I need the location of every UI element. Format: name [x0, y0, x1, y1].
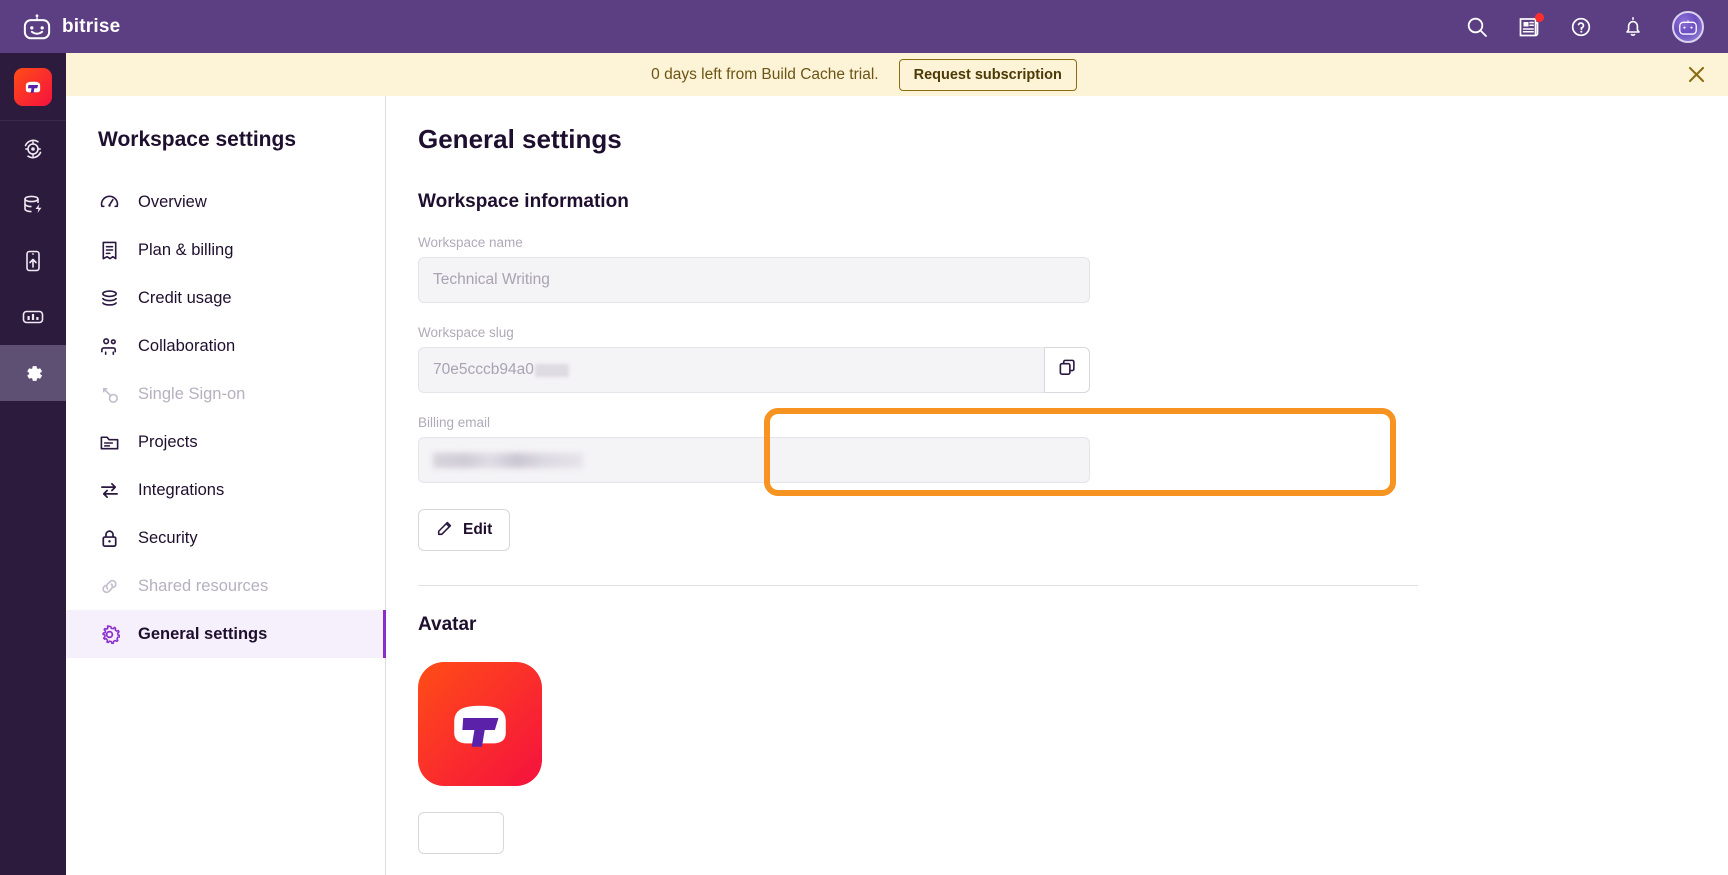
- release-management-icon: [21, 249, 45, 273]
- page-title: General settings: [418, 124, 622, 154]
- sidebar-item-label: Shared resources: [138, 576, 269, 595]
- sidebar-item-label: Plan & billing: [138, 240, 234, 259]
- workspace-slug-field: Workspace slug 70e5cccb94a0: [418, 325, 1090, 393]
- search-icon[interactable]: [1464, 14, 1490, 40]
- workspace-name-input[interactable]: Technical Writing: [418, 257, 1090, 303]
- left-icon-rail: [0, 53, 66, 875]
- sidebar-item-label: Single Sign-on: [138, 384, 246, 403]
- link-icon: [98, 575, 120, 597]
- top-navigation-bar: bitrise: [0, 0, 1728, 53]
- sidebar-item-label: Overview: [138, 192, 207, 211]
- copy-icon: [1058, 358, 1077, 382]
- sidebar-nav-list: Overview Plan & billing Credit usage Col…: [66, 178, 386, 658]
- rail-item-ci[interactable]: [0, 121, 66, 177]
- rail-item-settings[interactable]: [0, 345, 66, 401]
- rail-item-build-cache[interactable]: [0, 177, 66, 233]
- bitrise-robot-icon: [22, 13, 52, 40]
- billing-email-field: Billing email: [418, 415, 1090, 483]
- avatar-upload-button[interactable]: [418, 812, 504, 854]
- sidebar-item-overview[interactable]: Overview: [66, 178, 385, 226]
- workspace-settings-sidebar: Workspace settings Overview Plan & billi…: [66, 96, 386, 875]
- workspace-avatar-switcher[interactable]: [0, 53, 66, 121]
- insights-icon: [21, 305, 45, 329]
- workspace-slug-label: Workspace slug: [418, 325, 514, 340]
- sidebar-item-label: Collaboration: [138, 336, 236, 355]
- gear-icon: [98, 623, 120, 645]
- ci-icon: [21, 137, 45, 161]
- trial-banner-content: 0 days left from Build Cache trial. Requ…: [651, 58, 1077, 91]
- section-divider: [418, 585, 1418, 586]
- sidebar-item-label: General settings: [138, 624, 268, 643]
- billing-email-label: Billing email: [418, 415, 491, 430]
- redacted-slug-suffix: [534, 363, 569, 377]
- rail-item-insights[interactable]: [0, 289, 66, 345]
- coins-icon: [98, 287, 120, 309]
- request-subscription-button[interactable]: Request subscription: [898, 58, 1077, 91]
- sidebar-title: Workspace settings: [98, 128, 297, 151]
- edit-button-label: Edit: [463, 521, 493, 538]
- sidebar-item-general-settings[interactable]: General settings: [66, 610, 386, 658]
- bell-icon[interactable]: [1620, 14, 1646, 40]
- sidebar-item-collaboration[interactable]: Collaboration: [66, 322, 385, 370]
- settings-gear-icon: [22, 362, 45, 385]
- redacted-billing-email: [433, 452, 583, 468]
- sidebar-item-label: Security: [138, 528, 198, 547]
- top-actions: [1464, 10, 1704, 43]
- workspace-information-heading: Workspace information: [418, 191, 629, 212]
- sidebar-item-security[interactable]: Security: [66, 514, 385, 562]
- build-cache-icon: [21, 193, 45, 217]
- workspace-avatar-t: [14, 67, 52, 106]
- sidebar-item-integrations[interactable]: Integrations: [66, 466, 385, 514]
- workspace-slug-input[interactable]: 70e5cccb94a0: [418, 347, 1044, 393]
- rail-item-release-management[interactable]: [0, 233, 66, 289]
- sidebar-item-shared-resources: Shared resources: [66, 562, 385, 610]
- sidebar-item-single-sign-on: Single Sign-on: [66, 370, 385, 418]
- receipt-icon: [98, 239, 120, 261]
- workspace-name-field: Workspace name Technical Writing: [418, 235, 1090, 303]
- workspace-name-label: Workspace name: [418, 235, 523, 250]
- app-root: bitrise 0 days left from Build Cache tri…: [0, 0, 1728, 875]
- workspace-slug-row: 70e5cccb94a0: [418, 347, 1090, 393]
- folder-icon: [98, 431, 120, 453]
- sidebar-item-label: Credit usage: [138, 288, 232, 307]
- edit-button[interactable]: Edit: [418, 509, 511, 551]
- brand-home-link[interactable]: bitrise: [22, 13, 121, 40]
- sidebar-item-label: Projects: [138, 432, 198, 451]
- whats-new-icon[interactable]: [1516, 12, 1544, 40]
- gauge-icon: [98, 191, 120, 213]
- copy-slug-button[interactable]: [1044, 347, 1090, 393]
- workspace-slug-value: 70e5cccb94a0: [433, 361, 534, 378]
- sidebar-item-credit-usage[interactable]: Credit usage: [66, 274, 385, 322]
- help-circle-icon[interactable]: [1568, 14, 1594, 40]
- main-content: General settings Workspace information W…: [386, 96, 1728, 875]
- lock-icon: [98, 527, 120, 549]
- workspace-avatar-preview: [418, 662, 542, 786]
- sidebar-item-plan-billing[interactable]: Plan & billing: [66, 226, 385, 274]
- users-icon: [98, 335, 120, 357]
- sidebar-item-projects[interactable]: Projects: [66, 418, 385, 466]
- trial-banner: 0 days left from Build Cache trial. Requ…: [0, 53, 1728, 96]
- sidebar-item-label: Integrations: [138, 480, 225, 499]
- notification-badge-dot: [1535, 12, 1544, 22]
- brand-name: bitrise: [62, 15, 121, 37]
- user-avatar[interactable]: [1672, 10, 1704, 43]
- arrows-swap-icon: [98, 479, 120, 501]
- close-icon[interactable]: [1684, 63, 1708, 87]
- billing-email-input[interactable]: [418, 437, 1090, 483]
- key-icon: [98, 383, 120, 405]
- avatar-section-heading: Avatar: [418, 614, 477, 635]
- pencil-edit-icon: [436, 519, 454, 542]
- trial-banner-message: 0 days left from Build Cache trial.: [651, 65, 879, 83]
